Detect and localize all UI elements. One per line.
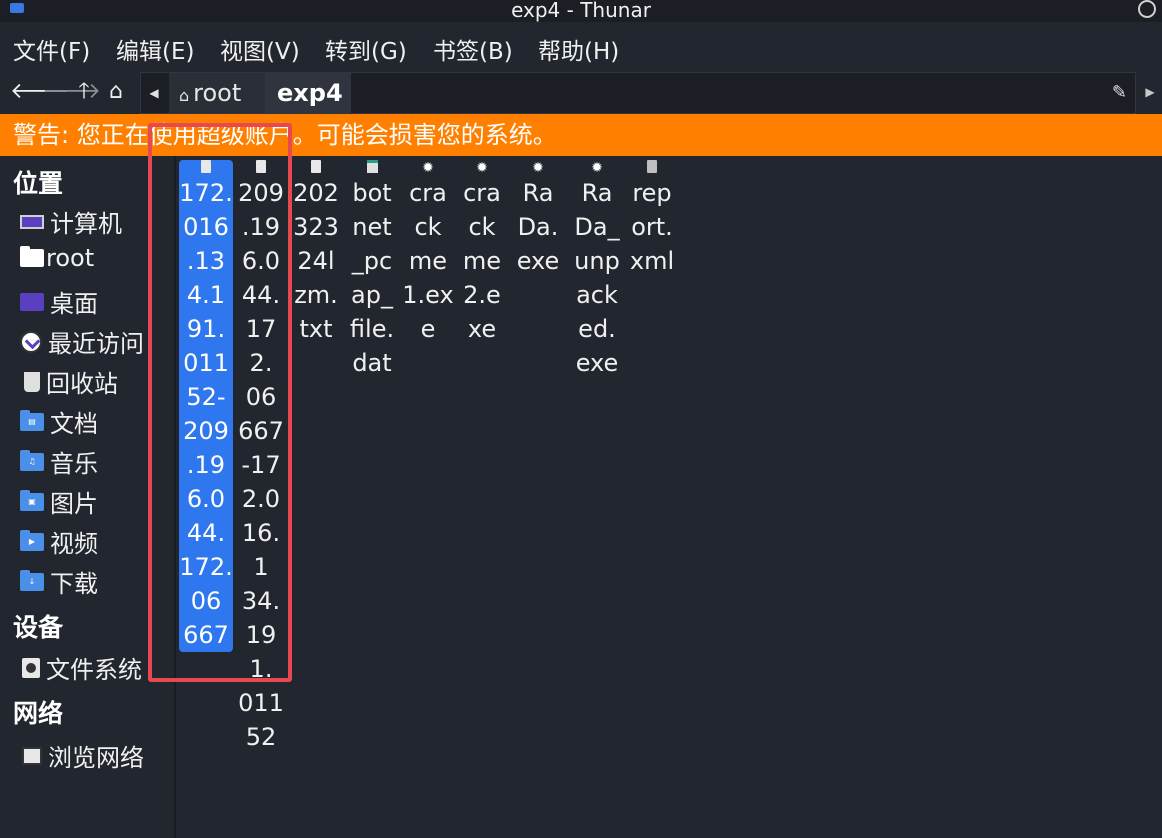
sidebar-item-label: 最近访问 bbox=[48, 330, 144, 358]
window-title: exp4 - Thunar bbox=[511, 0, 651, 22]
sidebar-item-label: 浏览网络 bbox=[48, 744, 144, 772]
executable-icon: ✹ bbox=[422, 160, 434, 176]
file-name: cra ck me 2.e xe bbox=[462, 179, 502, 343]
sidebar-item-computer[interactable]: 计算机 bbox=[20, 204, 122, 240]
file-selection: 172. 016.13 4.1 91. 011 52- 209.19 6.0 44. 172. 06… bbox=[179, 160, 233, 652]
file-view[interactable]: 172. 016.13 4.1 91. 011 52- 209.19 6.0 44. 172. 06… bbox=[176, 156, 1162, 838]
downloads-folder-icon: ↓ bbox=[20, 569, 44, 591]
sidebar-item-desktop[interactable]: 桌面 bbox=[20, 284, 98, 320]
executable-icon: ✹ bbox=[476, 160, 488, 176]
root-warning-banner: 警告: 您正在使用超级账户。可能会损害您的系统。 bbox=[0, 114, 1162, 156]
menu-help[interactable]: 帮助(H) bbox=[538, 32, 619, 66]
executable-icon: ✹ bbox=[591, 160, 603, 176]
sidebar-item-label: 视频 bbox=[50, 530, 98, 558]
file-name: Ra Da_ unp ack ed. exe bbox=[574, 179, 620, 377]
sidebar-item-trash[interactable]: 回收站 bbox=[20, 364, 118, 400]
sidebar-item-label: 计算机 bbox=[50, 210, 122, 238]
breadcrumb-root[interactable]: ⌂ root bbox=[169, 73, 265, 113]
file-item[interactable]: ✹ cra ck me 1.ex e bbox=[402, 160, 454, 346]
file-name: cra ck me 1.ex e bbox=[402, 179, 454, 343]
file-name: 209.19 6.0 44. 172. 06 667 -17 2.0 16.1 34. 191. 01… bbox=[238, 179, 284, 751]
path-bar: ◀ ⌂ root exp4 ✎ bbox=[140, 72, 1136, 114]
forward-arrow-icon[interactable]: 🡒 bbox=[42, 78, 101, 106]
sidebar-item-root[interactable]: root bbox=[20, 244, 94, 280]
music-folder-icon: ♫ bbox=[20, 449, 44, 471]
drive-icon bbox=[22, 657, 40, 678]
sidebar-item-label: 音乐 bbox=[50, 450, 98, 478]
sidebar-heading-places: 位置 bbox=[13, 169, 64, 198]
videos-folder-icon: ▶ bbox=[20, 529, 44, 551]
menu-file[interactable]: 文件(F) bbox=[13, 32, 90, 66]
xml-file-icon bbox=[646, 160, 658, 176]
sidebar-item-label: 桌面 bbox=[50, 290, 98, 318]
executable-icon: ✹ bbox=[532, 160, 544, 176]
file-name: rep ort. xml bbox=[629, 179, 675, 275]
chevron-right-icon[interactable]: ▶ bbox=[1140, 72, 1160, 112]
text-file-icon bbox=[310, 160, 322, 176]
file-item[interactable]: 172. 016.13 4.1 91. 011 52- 209.19 6.0 44. 172. 06… bbox=[179, 160, 233, 652]
file-item[interactable]: 202 323 24l zm. txt bbox=[290, 160, 342, 346]
pictures-folder-icon: ▣ bbox=[20, 489, 44, 511]
file-item[interactable]: ✹ Ra Da_ unp ack ed. exe bbox=[570, 160, 624, 380]
sidebar-item-pictures[interactable]: ▣ 图片 bbox=[20, 484, 98, 520]
trash-icon bbox=[24, 371, 40, 392]
menu-go[interactable]: 转到(G) bbox=[325, 32, 407, 66]
sidebar: 位置 计算机 root 桌面 最近访问 回收站 ▤ 文档 ♫ 音乐 ▣ 图片 ▶ 视频 … bbox=[0, 156, 174, 838]
file-item[interactable]: 209.19 6.0 44. 172. 06 667 -17 2.0 16.1 34. 191. 01… bbox=[235, 160, 287, 754]
menu-bar: 文件(F) 编辑(E) 视图(V) 转到(G) 书签(B) 帮助(H) bbox=[0, 26, 1162, 66]
home-icon[interactable]: ⌂ bbox=[104, 78, 128, 106]
up-arrow-icon[interactable]: 🡑 bbox=[72, 78, 96, 106]
chevron-left-icon[interactable]: ◀ bbox=[141, 73, 167, 113]
sidebar-item-label: 文档 bbox=[50, 410, 98, 438]
sidebar-item-label: 图片 bbox=[50, 490, 98, 518]
sidebar-item-browse-network[interactable]: 浏览网络 bbox=[20, 738, 144, 774]
file-name: 202 323 24l zm. txt bbox=[293, 179, 339, 343]
edit-path-icon[interactable]: ✎ bbox=[1112, 73, 1127, 113]
toolbar: 🡐 🡒 🡑 ⌂ ◀ ⌂ root exp4 ✎ bbox=[0, 72, 1162, 114]
breadcrumb-root-label: root bbox=[193, 79, 242, 107]
sidebar-item-label: root bbox=[46, 244, 95, 272]
file-item[interactable]: ✹ cra ck me 2.e xe bbox=[456, 160, 508, 346]
back-arrow-icon[interactable]: 🡐 bbox=[10, 78, 69, 106]
file-item[interactable]: rep ort. xml bbox=[626, 160, 678, 278]
home-folder-icon bbox=[20, 246, 44, 267]
menu-bookmarks[interactable]: 书签(B) bbox=[433, 32, 513, 66]
documents-folder-icon: ▤ bbox=[20, 409, 44, 431]
file-name: Ra Da. exe bbox=[516, 179, 560, 275]
title-bar: exp4 - Thunar bbox=[0, 0, 1162, 22]
breadcrumb-exp4[interactable]: exp4 bbox=[265, 73, 351, 113]
data-file-icon bbox=[366, 160, 378, 176]
sidebar-heading-network: 网络 bbox=[13, 699, 64, 728]
sidebar-item-label: 文件系统 bbox=[46, 656, 142, 684]
sidebar-item-music[interactable]: ♫ 音乐 bbox=[20, 444, 98, 480]
desktop-icon bbox=[20, 292, 44, 311]
recent-icon bbox=[20, 330, 42, 353]
file-name: bot net _pc ap_ file. dat bbox=[349, 179, 395, 377]
computer-icon bbox=[20, 214, 44, 229]
document-icon bbox=[200, 160, 212, 176]
sidebar-item-filesystem[interactable]: 文件系统 bbox=[20, 650, 142, 686]
sidebar-item-videos[interactable]: ▶ 视频 bbox=[20, 524, 98, 560]
window-control-icon[interactable] bbox=[1138, 0, 1156, 18]
file-item[interactable]: ✹ Ra Da. exe bbox=[512, 160, 564, 278]
sidebar-item-label: 下载 bbox=[50, 570, 98, 598]
sidebar-item-label: 回收站 bbox=[46, 370, 118, 398]
sidebar-item-documents[interactable]: ▤ 文档 bbox=[20, 404, 98, 440]
file-name: 172. 016.13 4.1 91. 011 52- 209.19 6.0 44. 172. 06… bbox=[179, 179, 233, 649]
sidebar-heading-devices: 设备 bbox=[13, 613, 64, 642]
menu-view[interactable]: 视图(V) bbox=[220, 32, 300, 66]
sidebar-item-downloads[interactable]: ↓ 下载 bbox=[20, 564, 98, 600]
file-item[interactable]: bot net _pc ap_ file. dat bbox=[346, 160, 398, 380]
document-icon bbox=[255, 160, 267, 176]
sidebar-item-recent[interactable]: 最近访问 bbox=[20, 324, 144, 360]
network-icon bbox=[22, 746, 42, 765]
menu-edit[interactable]: 编辑(E) bbox=[116, 32, 194, 66]
home-small-icon: ⌂ bbox=[179, 86, 190, 105]
